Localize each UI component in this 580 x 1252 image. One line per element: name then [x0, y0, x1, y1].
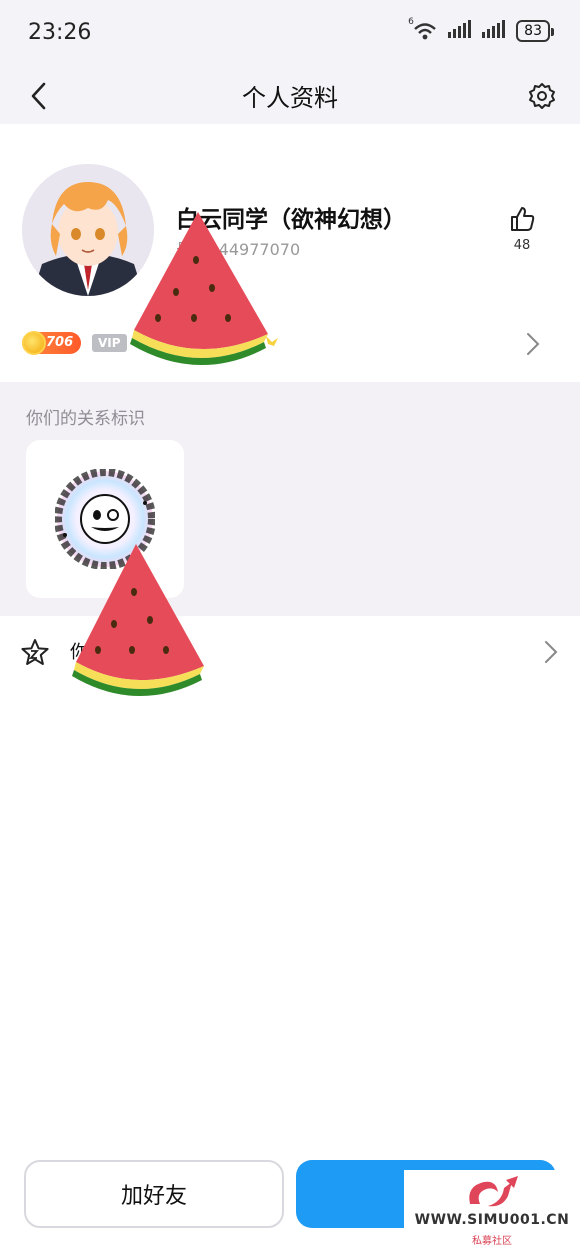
nav-bar: 个人资料	[0, 66, 580, 124]
network-label: 6	[408, 17, 414, 27]
signal-icon	[482, 20, 506, 42]
vip-badge[interactable]: VIP	[92, 334, 127, 352]
profile-card[interactable]: 白云同学（欲神幻想） 号: 244977070 48 706 VIP	[0, 124, 580, 382]
site-subtitle: 私募社区	[472, 1236, 512, 1247]
wifi-icon: 6	[408, 17, 438, 41]
battery-icon: 83	[516, 20, 554, 42]
page-title: 个人资料	[242, 84, 338, 112]
chevron-right-icon	[527, 333, 540, 355]
settings-button[interactable]	[520, 74, 564, 118]
signal-icon	[448, 20, 472, 42]
like-button[interactable]: 48	[500, 206, 544, 253]
status-bar: 23:26 6 83	[0, 0, 580, 66]
thumbs-up-icon	[511, 207, 535, 231]
status-time: 23:26	[28, 20, 92, 45]
site-url: WWW.SIMU001.CN	[414, 1212, 570, 1228]
like-count: 48	[513, 238, 531, 253]
watermelon-sticker	[130, 212, 278, 366]
star-icon	[21, 639, 49, 665]
chevron-right-icon	[545, 641, 558, 663]
site-logo-icon	[469, 1176, 518, 1207]
site-watermark: WWW.SIMU001.CN 私募社区	[404, 1170, 580, 1252]
watermelon-sticker	[72, 544, 204, 697]
gear-icon	[529, 83, 555, 109]
coin-badge[interactable]: 706	[22, 331, 82, 355]
coin-count: 706	[46, 335, 74, 350]
coin-icon	[22, 331, 46, 355]
status-icons: 6 83	[408, 17, 554, 42]
badges-row[interactable]: 706 VIP	[22, 330, 562, 358]
relation-title: 你们的关系标识	[26, 409, 145, 429]
add-friend-button[interactable]: 加好友	[24, 1160, 284, 1228]
